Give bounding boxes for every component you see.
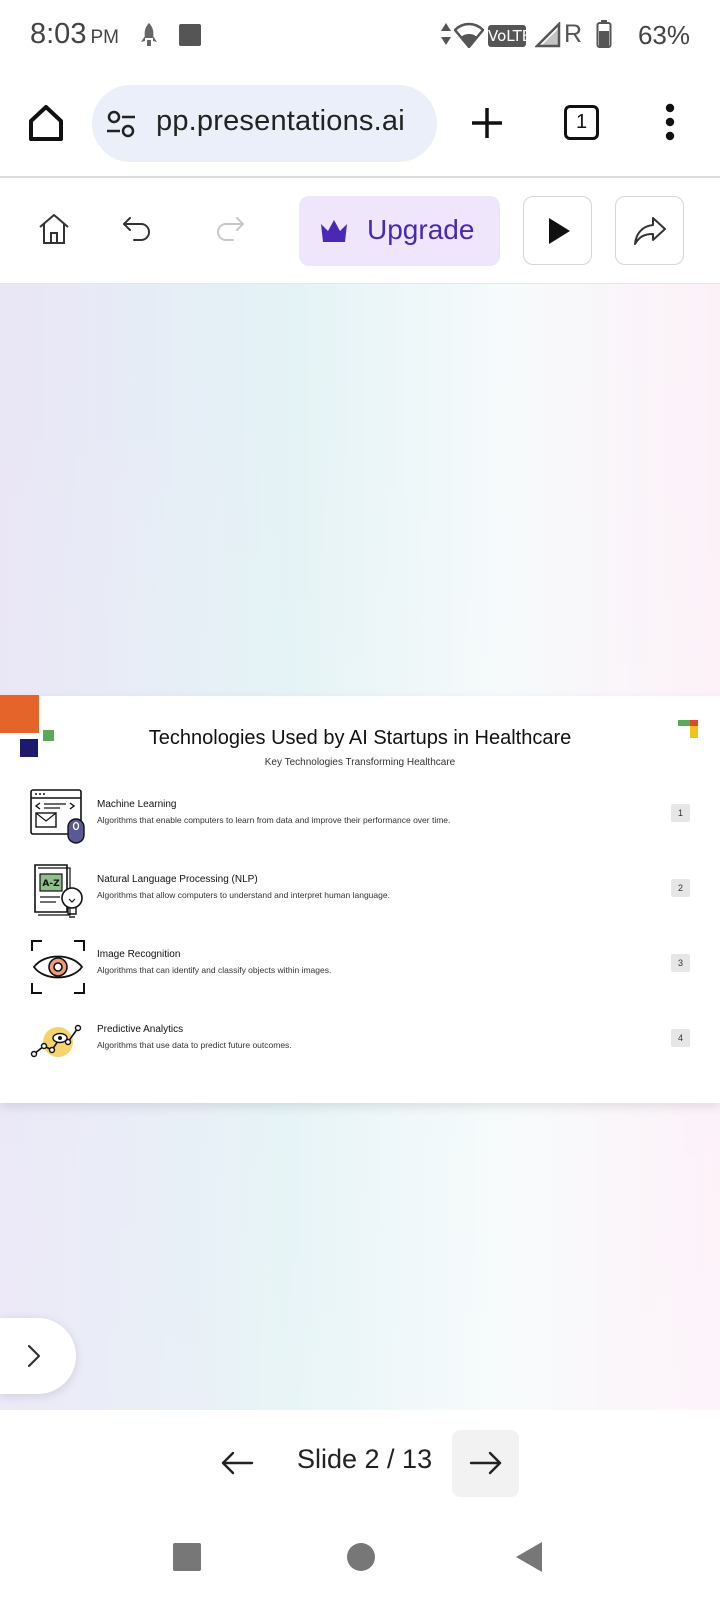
- roaming-indicator: R: [564, 20, 583, 48]
- analytics-icon: [30, 1024, 82, 1058]
- url-text[interactable]: pp.presentations.ai: [153, 105, 405, 139]
- tech-item-nlp[interactable]: A-Z Natural Language Processing (NLP) Al…: [0, 864, 720, 934]
- slide-counter: Slide 2 / 13: [297, 1444, 433, 1474]
- tech-item-number: 1: [671, 804, 690, 822]
- chevron-right-icon: [27, 1344, 41, 1368]
- share-icon: [634, 217, 666, 245]
- address-bar[interactable]: pp.presentations.ai: [92, 85, 437, 162]
- status-time-value: 8:03: [30, 18, 87, 50]
- present-button[interactable]: [523, 196, 592, 265]
- tech-item-machine-learning[interactable]: Machine Learning Algorithms that enable …: [0, 789, 720, 859]
- tab-switcher-button[interactable]: 1: [564, 105, 599, 140]
- tech-item-description[interactable]: Algorithms that use data to predict futu…: [97, 1040, 292, 1050]
- tech-item-description[interactable]: Algorithms that allow computers to under…: [97, 890, 390, 900]
- status-bar: 8:03 PM VoLTE R 63%: [0, 0, 720, 72]
- slide-title[interactable]: Technologies Used by AI Startups in Heal…: [0, 727, 720, 750]
- data-arrows-icon: [441, 23, 451, 45]
- tech-item-title[interactable]: Predictive Analytics: [97, 1024, 183, 1035]
- browser-home-icon[interactable]: [27, 103, 65, 143]
- notification-square-icon: [179, 24, 201, 46]
- wifi-icon: [454, 22, 484, 48]
- tab-count: 1: [575, 111, 588, 133]
- tech-item-title[interactable]: Image Recognition: [97, 949, 180, 960]
- deco-corner-green: [678, 720, 690, 726]
- undo-icon[interactable]: [122, 216, 152, 242]
- arrow-right-icon: [469, 1451, 502, 1475]
- nlp-icon-text: A-Z: [42, 879, 60, 889]
- tech-item-title[interactable]: Machine Learning: [97, 799, 177, 810]
- play-icon: [549, 218, 570, 244]
- tech-item-predictive-analytics[interactable]: Predictive Analytics Algorithms that use…: [0, 1014, 720, 1084]
- nlp-icon: A-Z: [34, 864, 83, 918]
- upgrade-button[interactable]: Upgrade: [299, 196, 500, 266]
- battery-percentage: 63%: [637, 20, 690, 50]
- signal-icon: [535, 22, 561, 48]
- battery-icon: [596, 20, 612, 48]
- tech-item-image-recognition[interactable]: Image Recognition Algorithms that can id…: [0, 939, 720, 1009]
- machine-learning-icon: [30, 789, 85, 844]
- editor-home-icon[interactable]: [37, 212, 71, 246]
- notification-rocket-icon: [141, 23, 157, 46]
- tech-item-number: 3: [671, 954, 690, 972]
- slides-panel-toggle[interactable]: [0, 1318, 76, 1394]
- share-button[interactable]: [615, 196, 684, 265]
- status-ampm: PM: [90, 27, 119, 48]
- next-slide-button[interactable]: [452, 1430, 519, 1497]
- eye-scan-icon: [31, 940, 85, 994]
- tech-item-description[interactable]: Algorithms that enable computers to lear…: [97, 815, 450, 825]
- redo-icon[interactable]: [215, 216, 245, 242]
- browser-toolbar: pp.presentations.ai 1: [0, 72, 720, 178]
- tech-item-number: 2: [671, 879, 690, 897]
- tech-item-number: 4: [671, 1029, 690, 1047]
- back-triangle-icon[interactable]: [514, 1540, 544, 1574]
- crown-icon: [321, 220, 347, 242]
- arrow-left-icon: [221, 1451, 254, 1475]
- slide-card[interactable]: Technologies Used by AI Startups in Heal…: [0, 695, 720, 1103]
- home-circle-icon[interactable]: [346, 1542, 376, 1572]
- recents-icon[interactable]: [172, 1542, 202, 1572]
- upgrade-label: Upgrade: [367, 214, 475, 245]
- overflow-menu-icon[interactable]: [665, 103, 675, 141]
- tech-item-title[interactable]: Natural Language Processing (NLP): [97, 874, 258, 885]
- volte-badge: VoLTE: [488, 25, 532, 47]
- slide-subtitle[interactable]: Key Technologies Transforming Healthcare: [0, 757, 720, 768]
- tech-item-description[interactable]: Algorithms that can identify and classif…: [97, 965, 331, 975]
- previous-slide-button[interactable]: [205, 1430, 271, 1496]
- site-settings-icon[interactable]: [106, 109, 136, 139]
- new-tab-icon[interactable]: [470, 106, 504, 140]
- slide-navigation: Slide 2 / 13: [0, 1410, 720, 1520]
- editor-toolbar: Upgrade: [0, 178, 720, 284]
- status-time: 8:03 PM: [30, 18, 119, 51]
- system-navigation-bar: [0, 1520, 720, 1600]
